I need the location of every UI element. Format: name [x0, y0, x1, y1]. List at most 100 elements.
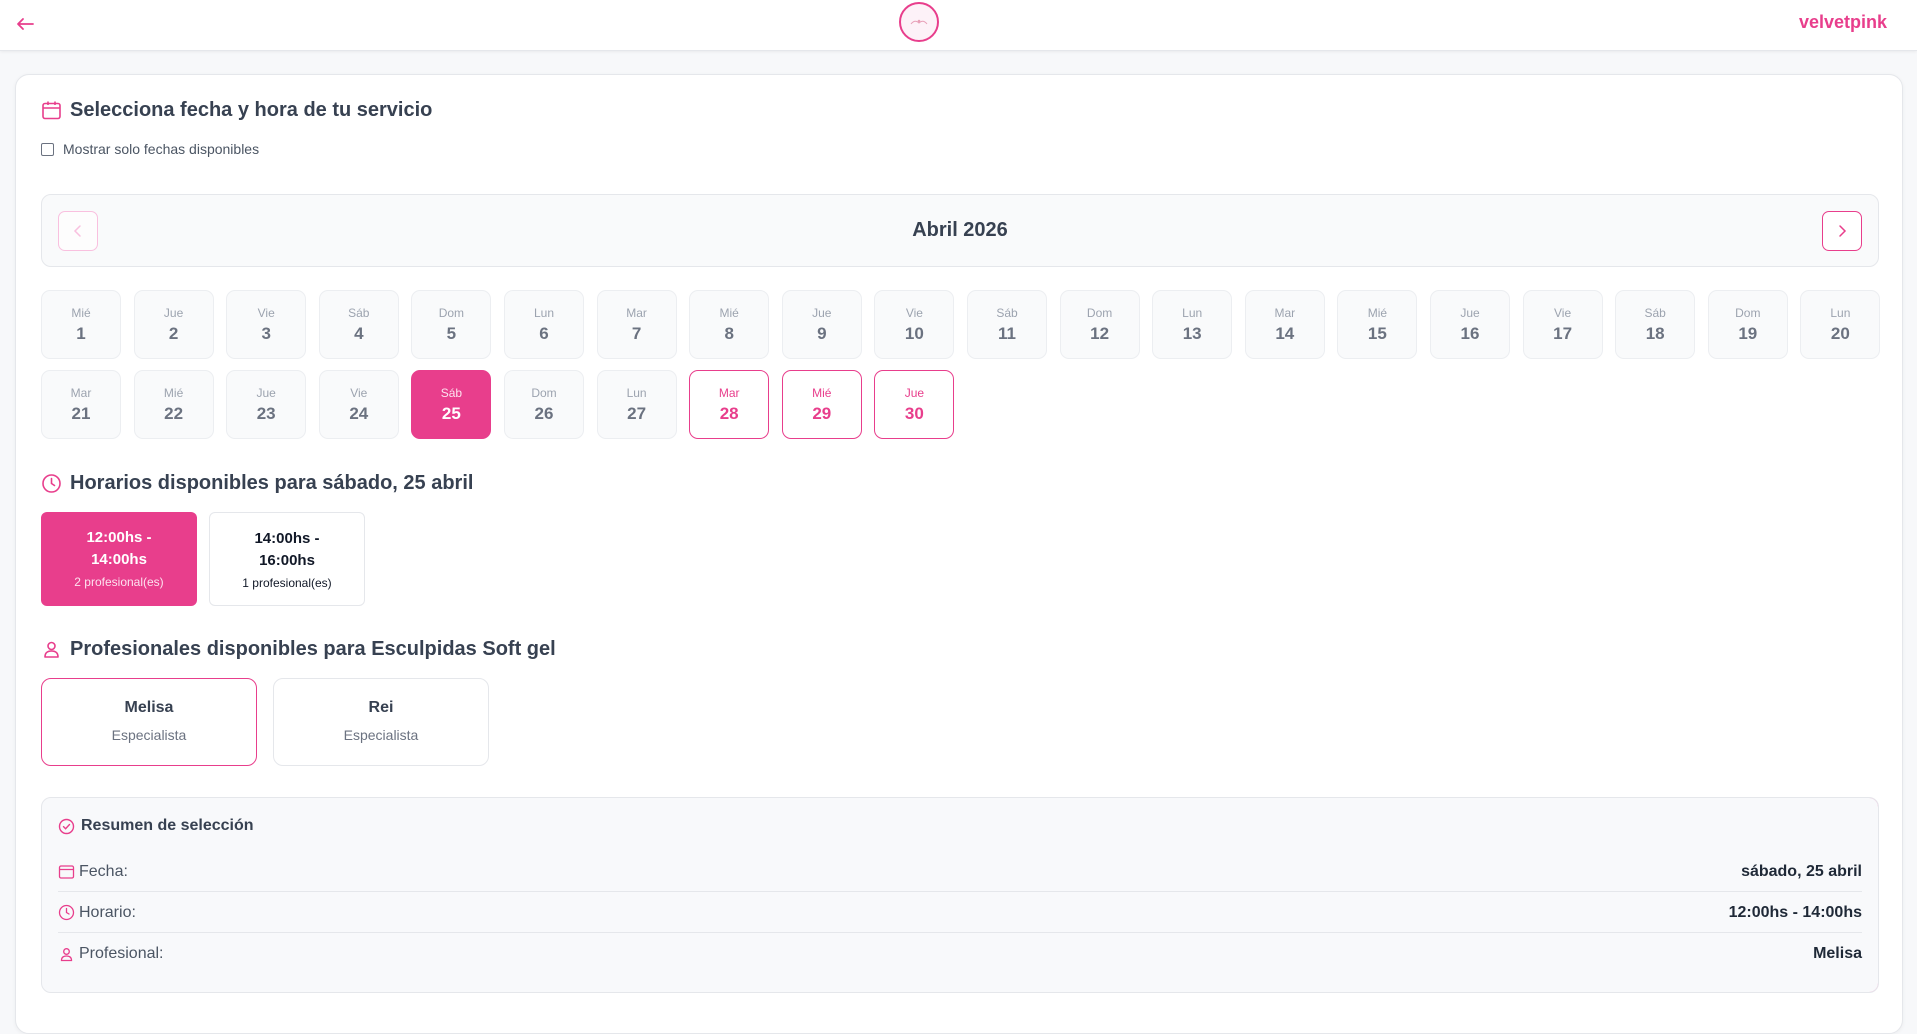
back-arrow-icon[interactable] — [14, 13, 36, 35]
day-weekday: Dom — [531, 386, 557, 400]
day-weekday: Vie — [905, 306, 923, 320]
day-cell[interactable]: Lun 27 — [596, 370, 677, 439]
chevron-right-icon — [1839, 225, 1847, 237]
day-weekday: Vie — [350, 386, 368, 400]
page-title: Selecciona fecha y hora de tu servicio — [70, 99, 433, 121]
day-number: 2 — [168, 324, 179, 343]
day-cell[interactable]: Dom 26 — [504, 370, 584, 439]
day-number: 25 — [441, 404, 461, 423]
time-slot[interactable]: 12:00hs - 14:00hs 2 profesional(es) — [41, 512, 197, 606]
day-cell[interactable]: Dom 5 — [411, 290, 492, 359]
day-number: 18 — [1645, 324, 1665, 343]
summary-pro-label: Profesional: — [79, 945, 164, 962]
day-cell[interactable]: Mié 15 — [1337, 290, 1418, 359]
day-number: 30 — [904, 404, 924, 423]
clock-icon — [42, 474, 61, 493]
day-cell[interactable]: Vie 10 — [874, 290, 955, 359]
day-weekday: Jue — [1460, 306, 1480, 320]
day-cell[interactable]: Mié 29 — [781, 370, 862, 439]
next-month-button[interactable] — [1822, 211, 1862, 251]
summary-date-value: sábado, 25 abril — [1741, 862, 1862, 880]
day-number: 26 — [534, 404, 554, 423]
brand-logo[interactable] — [899, 2, 939, 42]
day-cell[interactable]: Lun 20 — [1800, 290, 1881, 359]
day-number: 4 — [354, 324, 364, 343]
day-cell[interactable]: Mié 22 — [133, 370, 214, 439]
clock-icon — [58, 904, 75, 921]
day-number: 7 — [631, 324, 642, 343]
day-number: 28 — [719, 404, 739, 423]
day-cell[interactable]: Dom 12 — [1059, 290, 1140, 359]
day-weekday: Lun — [1182, 306, 1203, 320]
day-weekday: Dom — [438, 306, 465, 320]
professional-card[interactable]: Rei Especialista — [273, 678, 489, 766]
day-cell[interactable]: Lun 6 — [504, 290, 584, 359]
day-weekday: Sáb — [1644, 306, 1666, 320]
day-number: 23 — [256, 404, 276, 423]
time-slot-pro-count: 1 profesional(es) — [242, 576, 332, 590]
day-cell[interactable]: Vie 24 — [318, 370, 399, 439]
time-slot[interactable]: 14:00hs - 16:00hs 1 profesional(es) — [209, 512, 365, 606]
day-number: 15 — [1367, 324, 1387, 343]
day-number: 9 — [817, 324, 827, 343]
day-number: 16 — [1460, 324, 1480, 343]
professional-name: Rei — [368, 699, 394, 716]
day-weekday: Lun — [1830, 306, 1851, 320]
day-cell[interactable]: Mar 7 — [596, 290, 677, 359]
user-icon — [60, 947, 73, 961]
day-cell[interactable]: Jue 23 — [226, 370, 307, 439]
time-slot-range: 14:00hs - 16:00hs — [254, 530, 320, 569]
day-number: 11 — [998, 324, 1016, 343]
day-cell[interactable]: Jue 16 — [1430, 290, 1510, 359]
summary-date-row: Fecha: sábado, 25 abril — [58, 852, 1862, 892]
brand-name[interactable]: velvetpink — [1799, 12, 1887, 33]
summary-time-label-group: Horario: — [58, 904, 136, 922]
calendar-icon — [58, 865, 75, 879]
summary-pro-row: Profesional: Melisa — [58, 934, 1862, 974]
day-cell[interactable]: Jue 9 — [781, 290, 862, 359]
month-label: Abril 2026 — [912, 219, 1008, 241]
summary-date-label: Fecha: — [79, 862, 128, 880]
day-cell[interactable]: Mar 21 — [41, 370, 121, 439]
summary-heading: Resumen de selección — [58, 817, 254, 835]
day-cell[interactable]: Dom 19 — [1707, 290, 1788, 359]
day-number: 19 — [1738, 324, 1758, 343]
day-cell[interactable]: Jue 30 — [874, 370, 955, 439]
day-weekday: Mié — [163, 386, 184, 400]
check-circle-icon — [58, 818, 75, 834]
time-slot-range: 12:00hs - 14:00hs — [86, 529, 152, 568]
selection-summary: Resumen de selección Fecha: sábado, 25 a… — [41, 797, 1879, 993]
day-number: 10 — [904, 324, 924, 343]
day-cell[interactable]: Sáb 4 — [318, 290, 399, 359]
day-number: 20 — [1830, 324, 1850, 343]
professional-name: Melisa — [124, 699, 174, 716]
day-cell[interactable]: Sáb 18 — [1615, 290, 1696, 359]
day-number: 5 — [446, 324, 457, 343]
day-number: 29 — [812, 404, 832, 423]
date-time-heading: Selecciona fecha y hora de tu servicio — [41, 99, 432, 122]
day-weekday: Jue — [163, 306, 184, 320]
day-weekday: Sáb — [348, 306, 370, 320]
day-weekday: Dom — [1086, 306, 1113, 320]
day-number: 17 — [1553, 324, 1573, 343]
day-cell[interactable]: Lun 13 — [1152, 290, 1233, 359]
summary-title: Resumen de selección — [81, 817, 254, 834]
day-cell[interactable]: Sáb 11 — [967, 290, 1047, 359]
available-dates-filter[interactable]: Mostrar solo fechas disponibles — [41, 141, 259, 157]
summary-time-row: Horario: 12:00hs - 14:00hs — [58, 893, 1862, 933]
day-number: 14 — [1275, 324, 1295, 343]
professional-card[interactable]: Melisa Especialista — [41, 678, 257, 766]
summary-time-label: Horario: — [79, 903, 136, 921]
day-cell[interactable]: Mar 14 — [1244, 290, 1325, 359]
day-cell[interactable]: Mar 28 — [689, 370, 770, 439]
day-cell[interactable]: Mié 1 — [41, 290, 121, 359]
day-number: 27 — [627, 404, 647, 423]
available-dates-checkbox[interactable] — [41, 142, 54, 156]
day-cell[interactable]: Mié 8 — [689, 290, 770, 359]
summary-pro-value: Melisa — [1813, 945, 1862, 962]
day-cell[interactable]: Jue 2 — [133, 290, 214, 359]
day-cell[interactable]: Vie 3 — [226, 290, 307, 359]
day-cell[interactable]: Sáb 25 — [411, 370, 492, 439]
day-cell[interactable]: Vie 17 — [1522, 290, 1603, 359]
day-number: 8 — [724, 324, 734, 343]
